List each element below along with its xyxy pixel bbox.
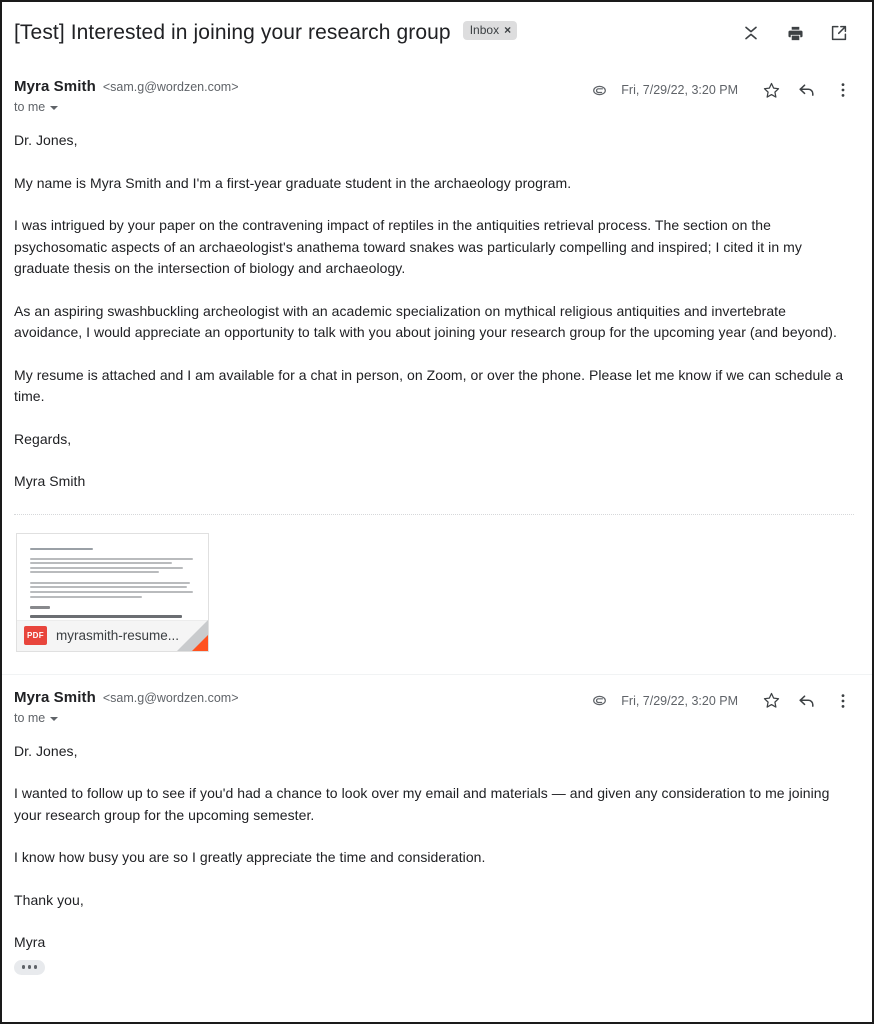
message-paragraph: My name is Myra Smith and I'm a first-ye… — [14, 174, 572, 191]
sender-email: <sam.g@wordzen.com> — [102, 80, 239, 94]
chevron-down-icon[interactable] — [50, 716, 59, 721]
message-paragraph: My resume is attached and I am available… — [14, 366, 844, 405]
message-paragraph: I was intrigued by your paper on the con… — [14, 217, 802, 276]
open-in-new-window-icon[interactable] — [828, 22, 850, 44]
sender-block: Myra Smith <sam.g@wordzen.com> to me — [14, 689, 239, 725]
attachment-icon — [592, 83, 607, 98]
sender-block: Myra Smith <sam.g@wordzen.com> to me — [14, 78, 239, 114]
star-icon[interactable] — [760, 79, 782, 101]
recipient-toggle[interactable]: to me — [14, 100, 239, 114]
dot — [34, 965, 38, 969]
attachment-preview — [17, 533, 208, 622]
print-icon[interactable] — [784, 22, 806, 44]
recipient-label: to me — [14, 710, 46, 725]
dot — [27, 965, 32, 969]
message-paragraph: Thank you, — [14, 891, 84, 908]
attachment-area: PDF myrasmith-resume... — [14, 515, 854, 674]
sender-name: Myra Smith — [14, 78, 96, 95]
message-date: Fri, 7/29/22, 3:20 PM — [621, 693, 738, 708]
message-paragraph: Myra — [14, 934, 46, 950]
more-options-icon[interactable] — [832, 690, 854, 712]
message-paragraph: I know how busy you are so I greatly app… — [14, 849, 486, 865]
show-trimmed-content-button[interactable] — [14, 959, 45, 975]
message-paragraph: As an aspiring swashbuckling archeologis… — [14, 302, 837, 341]
attachment-corner-fold — [162, 619, 208, 651]
message-header: Myra Smith <sam.g@wordzen.com> to me Fri… — [14, 64, 854, 114]
message-header: Myra Smith <sam.g@wordzen.com> to me Fri… — [14, 675, 854, 725]
label-chip-text: Inbox — [469, 22, 500, 37]
collapse-all-icon[interactable] — [740, 22, 762, 44]
page-title: [Test] Interested in joining your resear… — [14, 21, 451, 44]
label-chip-inbox[interactable]: Inbox × — [462, 20, 518, 40]
message-meta: Fri, 7/29/22, 3:20 PM — [592, 689, 854, 712]
sender-email: <sam.g@wordzen.com> — [102, 690, 239, 705]
attachment-card[interactable]: PDF myrasmith-resume... — [16, 532, 209, 652]
recipient-label: to me — [14, 100, 46, 114]
reply-icon[interactable] — [796, 79, 818, 101]
message[interactable]: Myra Smith <sam.g@wordzen.com> to me Fri… — [2, 675, 872, 975]
email-thread-view: [Test] Interested in joining your resear… — [0, 0, 874, 1024]
corner-red — [192, 619, 208, 651]
message-paragraph: Dr. Jones, — [14, 742, 78, 759]
message-paragraph: Myra Smith — [14, 473, 86, 489]
message-meta: Fri, 7/29/22, 3:20 PM — [592, 78, 854, 101]
thread-header-actions — [740, 22, 854, 44]
message-paragraph: I wanted to follow up to see if you'd ha… — [14, 785, 830, 823]
star-icon[interactable] — [760, 690, 782, 712]
reply-icon[interactable] — [796, 690, 818, 712]
message-date: Fri, 7/29/22, 3:20 PM — [621, 83, 738, 97]
message-paragraph: Regards, — [14, 430, 72, 447]
message-paragraph: Dr. Jones, — [14, 132, 78, 148]
recipient-toggle[interactable]: to me — [14, 711, 239, 725]
thread-header: [Test] Interested in joining your resear… — [2, 2, 872, 64]
message[interactable]: Myra Smith <sam.g@wordzen.com> to me Fri… — [2, 64, 872, 674]
pdf-badge: PDF — [24, 626, 47, 645]
close-icon[interactable]: × — [504, 23, 511, 37]
more-options-icon[interactable] — [832, 79, 854, 101]
attachment-filename: myrasmith-resume... — [56, 628, 180, 643]
message-body: Dr. Jones, I wanted to follow up to see … — [14, 725, 854, 975]
sender-name: Myra Smith — [14, 688, 96, 706]
attachment-icon — [592, 693, 607, 708]
chevron-down-icon[interactable] — [50, 106, 59, 110]
message-body: Dr. Jones, My name is Myra Smith and I'm… — [14, 114, 854, 493]
dot — [21, 965, 25, 969]
